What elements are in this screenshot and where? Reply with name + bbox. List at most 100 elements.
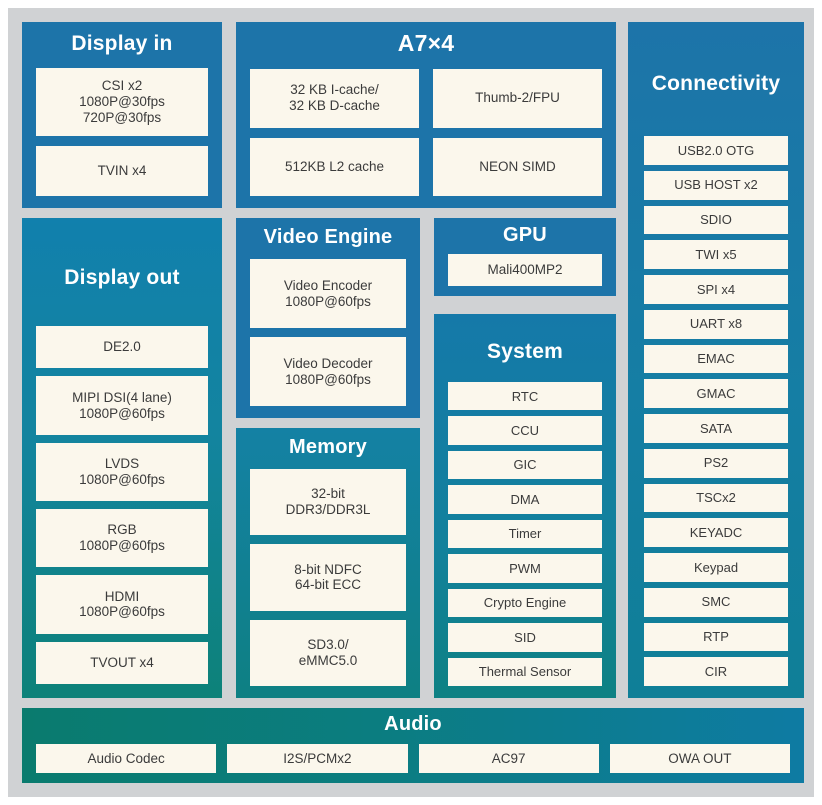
block-a7: A7×4 32 KB I-cache/ 32 KB D-cache Thumb-…: [236, 22, 616, 208]
card-line: MIPI DSI(4 lane): [72, 389, 172, 405]
card-line: TWI x5: [695, 246, 737, 262]
block-audio: Audio Audio Codec I2S/PCMx2 AC97 OWA OUT: [22, 708, 804, 783]
card-line: 1080P@60fps: [79, 538, 165, 554]
card-video-decoder: Video Decoder 1080P@60fps: [250, 337, 406, 406]
card-line: UART x8: [689, 316, 743, 332]
video-engine-card-list: Video Encoder 1080P@60fps Video Decoder …: [250, 259, 406, 406]
block-connectivity: Connectivity USB2.0 OTG USB HOST x2 SDIO…: [628, 22, 804, 698]
card-line: Keypad: [693, 559, 739, 575]
card-i2s-pcm: I2S/PCMx2: [227, 744, 408, 773]
card-line: 1080P@60fps: [285, 293, 371, 309]
card-line: CCU: [510, 422, 540, 438]
display-out-card-list: DE2.0 MIPI DSI(4 lane) 1080P@60fps LVDS …: [36, 326, 208, 685]
card-line: 720P@30fps: [82, 109, 162, 125]
card-line: 32 KB I-cache/: [290, 82, 379, 98]
card-tvin: TVIN x4: [36, 146, 208, 196]
card-smc: SMC: [644, 587, 788, 617]
card-line: AC97: [491, 750, 526, 766]
card-line: NEON SIMD: [479, 158, 556, 174]
card-line: LVDS: [104, 455, 140, 471]
card-line: TSCx2: [696, 490, 736, 506]
card-cir: CIR: [644, 657, 788, 686]
card-line: 32-bit: [311, 486, 345, 502]
card-ccu: CCU: [448, 416, 602, 445]
card-crypto-engine: Crypto Engine: [448, 588, 602, 618]
block-video-engine: Video Engine Video Encoder 1080P@60fps V…: [236, 218, 420, 418]
block-title-audio: Audio: [384, 713, 442, 735]
card-sd-emmc: SD3.0/ eMMC5.0: [250, 619, 406, 686]
block-gpu: GPU Mali400MP2: [434, 218, 616, 296]
card-line: 8-bit NDFC: [294, 561, 362, 577]
card-line: I2S/PCMx2: [283, 750, 352, 766]
card-mali400mp2: Mali400MP2: [448, 254, 602, 286]
card-line: HDMI: [104, 588, 140, 604]
block-title-memory: Memory: [289, 436, 367, 458]
card-usb-host: USB HOST x2: [644, 170, 788, 200]
block-title-display-out: Display out: [64, 266, 180, 289]
connectivity-card-list: USB2.0 OTG USB HOST x2 SDIO TWI x5 SPI x…: [644, 136, 788, 686]
card-ac97: AC97: [418, 744, 599, 773]
card-line: RTP: [703, 629, 729, 645]
card-tsc: TSCx2: [644, 483, 788, 513]
card-gic: GIC: [448, 450, 602, 480]
card-neon-simd: NEON SIMD: [433, 137, 602, 196]
card-line: 32 KB D-cache: [289, 98, 380, 114]
card-line: TVOUT x4: [90, 654, 154, 670]
card-line: PS2: [703, 455, 729, 471]
card-ddr3: 32-bit DDR3/DDR3L: [250, 469, 406, 536]
card-l2-cache: 512KB L2 cache: [250, 137, 419, 196]
card-dma: DMA: [448, 485, 602, 514]
card-owa-out: OWA OUT: [609, 744, 790, 773]
card-pwm: PWM: [448, 554, 602, 583]
card-line: GIC: [513, 457, 537, 473]
block-title-video-engine: Video Engine: [263, 226, 393, 248]
card-line: 1080P@60fps: [79, 604, 165, 620]
card-keypad: Keypad: [644, 553, 788, 582]
card-line: USB HOST x2: [674, 177, 758, 193]
card-lvds: LVDS 1080P@60fps: [36, 442, 208, 502]
block-display-in: Display in CSI x2 1080P@30fps 720P@30fps…: [22, 22, 222, 208]
card-line: SDIO: [700, 212, 732, 228]
card-line: SID: [514, 629, 536, 645]
card-line: EMAC: [697, 351, 735, 367]
card-line: Timer: [508, 526, 542, 542]
card-rgb: RGB 1080P@60fps: [36, 509, 208, 568]
card-ndfc-ecc: 8-bit NDFC 64-bit ECC: [250, 544, 406, 611]
card-line: GMAC: [696, 385, 736, 401]
block-title-system: System: [487, 340, 563, 363]
card-video-encoder: Video Encoder 1080P@60fps: [250, 259, 406, 328]
card-spi: SPI x4: [644, 275, 788, 304]
block-memory: Memory 32-bit DDR3/DDR3L 8-bit NDFC 64-b…: [236, 428, 420, 698]
card-caches: 32 KB I-cache/ 32 KB D-cache: [250, 69, 419, 128]
card-line: Mali400MP2: [487, 262, 563, 278]
card-line: KEYADC: [689, 524, 743, 540]
card-rtp: RTP: [644, 622, 788, 652]
card-line: DDR3/DDR3L: [285, 502, 371, 518]
card-keyadc: KEYADC: [644, 518, 788, 547]
card-line: CSI x2: [101, 78, 143, 94]
card-line: RGB: [107, 522, 137, 538]
card-line: SPI x4: [696, 281, 736, 297]
card-twi: TWI x5: [644, 240, 788, 269]
card-mipi-dsi: MIPI DSI(4 lane) 1080P@60fps: [36, 376, 208, 435]
block-system: System RTC CCU GIC DMA Timer PWM Crypto …: [434, 314, 616, 698]
card-line: Audio Codec: [87, 750, 165, 766]
card-line: DE2.0: [103, 339, 141, 355]
card-rtc: RTC: [448, 382, 602, 411]
card-line: Thumb-2/FPU: [475, 90, 560, 106]
card-hdmi: HDMI 1080P@60fps: [36, 575, 208, 634]
card-thermal-sensor: Thermal Sensor: [448, 657, 602, 686]
card-line: USB2.0 OTG: [677, 142, 755, 158]
card-line: 1080P@60fps: [79, 471, 165, 487]
card-tvout: TVOUT x4: [36, 641, 208, 685]
card-sata: SATA: [644, 414, 788, 443]
card-usb2-otg: USB2.0 OTG: [644, 136, 788, 165]
card-line: TVIN x4: [97, 163, 147, 179]
card-sid: SID: [448, 623, 602, 652]
block-display-out: Display out DE2.0 MIPI DSI(4 lane) 1080P…: [22, 218, 222, 698]
system-card-list: RTC CCU GIC DMA Timer PWM Crypto Engine …: [448, 382, 602, 686]
card-line: Crypto Engine: [483, 595, 567, 611]
card-thumb2-fpu: Thumb-2/FPU: [433, 69, 602, 128]
card-line: RTC: [511, 388, 539, 404]
card-csi: CSI x2 1080P@30fps 720P@30fps: [36, 68, 208, 136]
